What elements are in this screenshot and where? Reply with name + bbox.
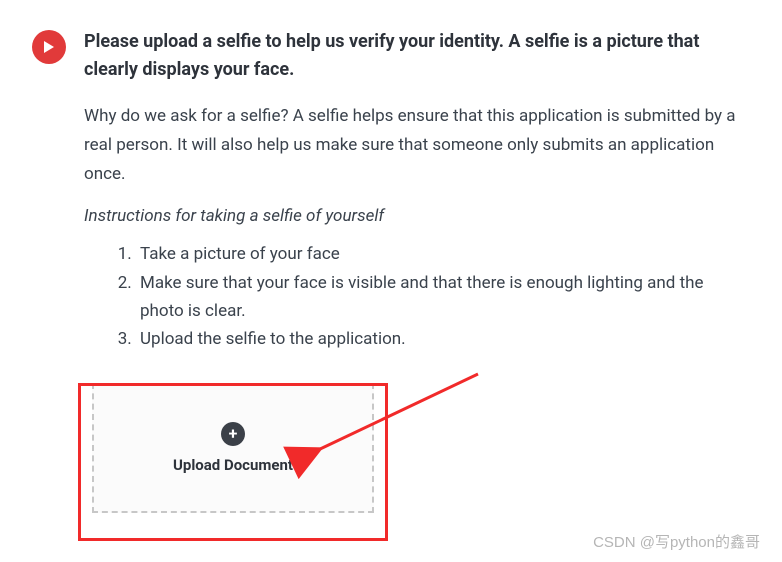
list-item: Upload the selfie to the application.	[136, 325, 742, 353]
plus-icon: +	[221, 422, 245, 446]
play-icon	[32, 30, 66, 64]
list-item: Make sure that your face is visible and …	[136, 269, 742, 325]
list-item: Take a picture of your face	[136, 240, 742, 268]
selfie-upload-section: Please upload a selfie to help us verify…	[0, 0, 782, 369]
upload-area-wrapper: + Upload Document	[78, 383, 388, 541]
section-heading: Please upload a selfie to help us verify…	[84, 28, 742, 84]
instructions-label: Instructions for taking a selfie of your…	[84, 206, 742, 226]
upload-label: Upload Document	[173, 456, 293, 474]
content-column: Please upload a selfie to help us verify…	[84, 28, 742, 369]
explanation-text: Why do we ask for a selfie? A selfie hel…	[84, 102, 742, 189]
upload-document-dropzone[interactable]: + Upload Document	[92, 383, 374, 513]
watermark-text: CSDN @写python的鑫哥	[593, 531, 760, 552]
instruction-steps: Take a picture of your face Make sure th…	[84, 240, 742, 352]
